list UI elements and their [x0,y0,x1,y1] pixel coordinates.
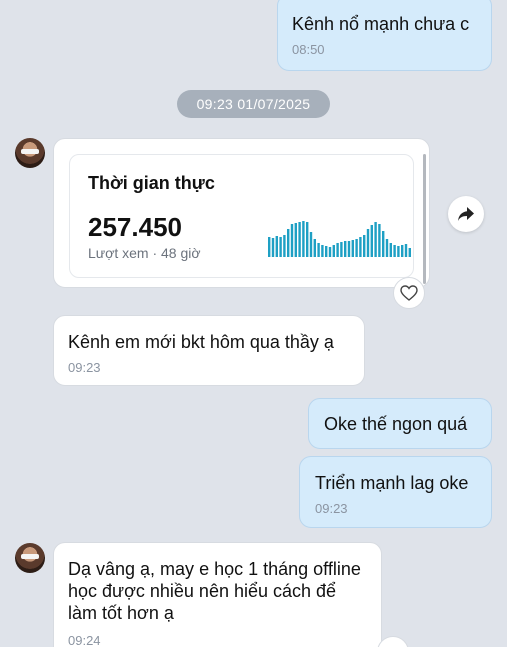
sparkline-bar [306,222,309,257]
sparkline-bar [309,232,313,257]
sparkline-bar [271,238,275,257]
sparkline-bar [325,246,328,257]
sparkline-bar [366,229,370,257]
sparkline-bar [351,240,354,257]
message-time: 09:23 [315,501,348,516]
sparkline-bar [378,224,381,257]
sparkline-bar [363,235,366,257]
sparkline-bar [302,221,305,257]
sparkline-bar [279,237,282,257]
sparkline-bar [347,241,351,257]
sparkline-bar [370,225,373,257]
card-scrollbar[interactable] [423,154,426,284]
message-text: Oke thế ngon quá [324,414,468,434]
sparkline-bar [359,237,362,257]
sparkline-bar [397,246,400,257]
message-bubble-theirs[interactable]: Kênh em mới bkt hôm qua thầy ạ 09:23 [53,315,365,386]
sparkline-bar [408,248,411,257]
message-time: 08:50 [292,42,325,57]
shared-stats-card[interactable]: Thời gian thực 257.450 Lượt xem · 48 giờ [53,138,430,288]
stats-card-title: Thời gian thực [88,173,215,193]
sparkline-bar [336,243,339,257]
sparkline-bar [355,239,358,257]
sparkline-bar [294,223,297,257]
sparkline-bar [275,236,278,257]
sparkline-bar [332,245,335,257]
avatar[interactable] [15,138,45,168]
sparkline-bar [313,239,316,257]
message-bubble-theirs[interactable]: Dạ vâng ạ, may e học 1 tháng offline học… [53,542,382,647]
avatar-glasses [21,554,39,559]
sparkline-bar [298,222,301,257]
message-text: Kênh nổ mạnh chưa c [292,14,470,34]
chat-area[interactable]: Kênh nổ mạnh chưa c 08:50 09:23 01/07/20… [0,0,507,647]
sparkline-bar [283,235,286,257]
stats-card-inner[interactable]: Thời gian thực 257.450 Lượt xem · 48 giờ [69,154,414,278]
react-button[interactable] [393,277,425,309]
sparkline-bar [382,231,385,257]
sparkline-bar [344,241,347,257]
message-bubble-mine[interactable]: Kênh nổ mạnh chưa c 08:50 [277,0,492,71]
sparkline-bar [374,222,377,257]
avatar-glasses [21,149,39,154]
sparkline-bar [317,243,320,257]
avatar[interactable] [15,543,45,573]
share-icon [458,207,474,221]
sparkline-bar [393,245,396,257]
message-time: 09:23 [68,360,101,375]
date-separator: 09:23 01/07/2025 [177,90,330,118]
sparkline-bar [385,239,389,257]
sparkline-chart [268,221,411,257]
message-time: 09:24 [68,633,101,647]
message-text: Dạ vâng ạ, may e học 1 tháng offline học… [68,559,361,623]
message-bubble-mine[interactable]: Oke thế ngon quá [308,398,492,449]
sparkline-bar [287,229,290,257]
message-text: Kênh em mới bkt hôm qua thầy ạ [68,332,334,352]
sparkline-bar [401,245,404,257]
sparkline-bar [389,243,392,257]
sparkline-bar [321,245,324,257]
sparkline-bar [268,237,271,257]
heart-icon [400,285,418,301]
message-text: Triển mạnh lag oke [315,473,469,493]
stats-card-value: 257.450 [88,212,182,242]
message-bubble-mine[interactable]: Triển mạnh lag oke 09:23 [299,456,492,528]
sparkline-bar [340,242,343,257]
share-button[interactable] [448,196,484,232]
sparkline-bar [328,247,332,257]
sparkline-bar [290,224,294,257]
sparkline-bar [404,244,408,257]
stats-card-subtitle: Lượt xem · 48 giờ [88,245,201,261]
